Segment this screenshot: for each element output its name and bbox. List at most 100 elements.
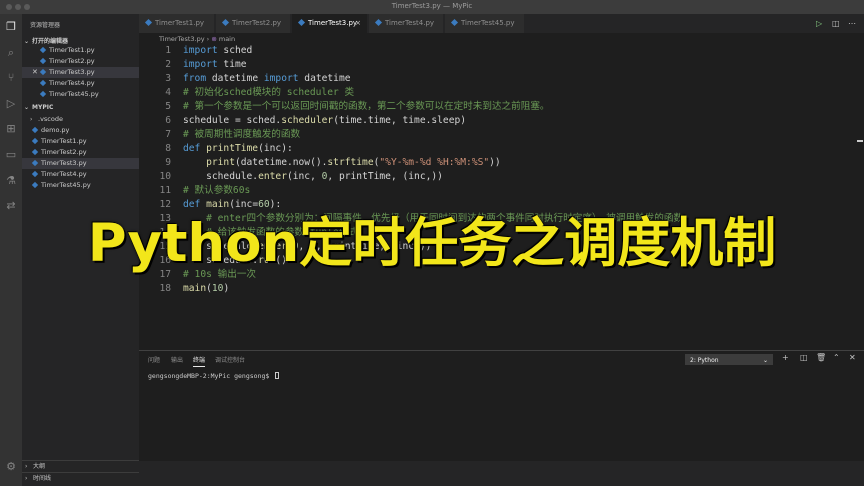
remote-explorer-icon[interactable]: ▭ bbox=[4, 148, 18, 162]
run-debug-icon[interactable]: ▷ bbox=[4, 97, 18, 111]
python-file-icon bbox=[39, 46, 47, 54]
search-icon[interactable]: ⌕ bbox=[4, 46, 18, 60]
tab-timertest45[interactable]: TimerTest45.py bbox=[445, 14, 525, 33]
bottom-panel: 问题 输出 终端 调试控制台 2: Python ⌄ + ◫ 🗑 ⌃ ✕ geng… bbox=[139, 350, 864, 461]
code-line: 16 schedule.run() bbox=[159, 255, 287, 266]
python-file-icon bbox=[31, 170, 39, 178]
kill-terminal-icon[interactable]: 🗑 bbox=[816, 353, 826, 362]
code-line: 7 # 被周期性调度触发的函数 bbox=[165, 129, 301, 140]
run-file-icon[interactable]: ▷ bbox=[816, 14, 822, 33]
open-editor-item[interactable]: TimerTest1.py bbox=[22, 45, 139, 56]
terminal-cursor bbox=[275, 372, 280, 379]
tab-timertest4[interactable]: TimerTest4.py bbox=[369, 14, 444, 33]
chevron-down-icon: ⌄ bbox=[24, 104, 30, 111]
python-file-icon bbox=[31, 181, 39, 189]
code-line: 3 from datetime import datetime bbox=[165, 73, 351, 84]
code-line: 12 def main(inc=60): bbox=[159, 199, 282, 210]
breadcrumb: TimerTest3.py › ⊚ main bbox=[139, 33, 864, 45]
python-file-icon bbox=[31, 159, 39, 167]
window-title: TimerTest3.py — MyPic bbox=[391, 2, 473, 10]
python-file-icon bbox=[144, 18, 153, 27]
code-line: 4 # 初始化sched模块的 scheduler 类 bbox=[165, 87, 355, 98]
breadcrumb-file[interactable]: TimerTest3.py bbox=[159, 35, 205, 43]
terminal-select[interactable]: 2: Python ⌄ bbox=[685, 354, 773, 365]
file-item-active[interactable]: TimerTest3.py bbox=[22, 158, 139, 169]
activity-bar: ❐ ⌕ ⑂ ▷ ⊞ ▭ ⚗ ⇄ ⚙ bbox=[0, 14, 22, 486]
explorer-sidebar: 资源管理器 ⌄ 打开的编辑器 TimerTest1.py TimerTest2.p… bbox=[22, 14, 139, 486]
chevron-down-icon: ⌄ bbox=[24, 38, 30, 45]
code-line: 11 # 默认参数60s bbox=[159, 185, 251, 196]
python-file-icon bbox=[39, 68, 47, 76]
tab-terminal[interactable]: 终端 bbox=[193, 355, 206, 367]
file-item[interactable]: TimerTest4.py bbox=[22, 169, 139, 180]
python-file-icon bbox=[39, 79, 47, 87]
python-file-icon bbox=[450, 18, 459, 27]
scrollbar-marker[interactable] bbox=[857, 140, 863, 142]
status-area bbox=[139, 461, 864, 486]
terminal-prompt[interactable]: gengsongdeMBP-2:MyPic gengsong$ bbox=[148, 372, 280, 380]
tab-debug-console[interactable]: 调试控制台 bbox=[215, 355, 245, 364]
code-line: 8 def printTime(inc): bbox=[165, 143, 293, 154]
source-control-icon[interactable]: ⑂ bbox=[4, 71, 18, 85]
python-file-icon bbox=[39, 57, 47, 65]
code-line: 2 import time bbox=[165, 59, 247, 70]
open-editor-item[interactable]: TimerTest2.py bbox=[22, 56, 139, 67]
split-terminal-icon[interactable]: ◫ bbox=[800, 353, 808, 362]
python-file-icon bbox=[39, 90, 47, 98]
code-line: 1 import sched bbox=[165, 45, 253, 56]
new-terminal-icon[interactable]: + bbox=[782, 353, 789, 362]
code-line: 15 schedule.enter(0, 0, printTime, (inc,… bbox=[159, 241, 432, 252]
tab-timertest2[interactable]: TimerTest2.py bbox=[216, 14, 291, 33]
testing-icon[interactable]: ⚗ bbox=[4, 174, 18, 188]
breadcrumb-separator: › bbox=[206, 35, 210, 43]
outline-section[interactable]: › 大纲 bbox=[22, 460, 139, 472]
live-share-icon[interactable]: ⇄ bbox=[4, 199, 18, 213]
code-line: 17 # 10s 输出一次 bbox=[159, 269, 257, 280]
open-editor-item-active[interactable]: ✕ TimerTest3.py bbox=[22, 67, 139, 78]
function-symbol-icon: ⊚ bbox=[211, 35, 217, 43]
code-line: 14 # 给该触发函数的参数(tuple形式) bbox=[159, 227, 364, 238]
code-line: 13 # enter四个参数分别为：间隔事件、优先级（用于同时间到达的两个事件同… bbox=[159, 213, 689, 224]
maximize-panel-icon[interactable]: ⌃ bbox=[833, 353, 840, 362]
close-tab-icon[interactable]: × bbox=[355, 14, 361, 33]
tab-timertest1[interactable]: TimerTest1.py bbox=[139, 14, 215, 33]
settings-gear-icon[interactable]: ⚙ bbox=[4, 460, 18, 474]
explorer-header: 资源管理器 bbox=[30, 22, 61, 29]
code-line: 18 main(10) bbox=[159, 283, 230, 294]
folder-header[interactable]: ⌄ MYPIC bbox=[24, 104, 53, 111]
more-actions-icon[interactable]: ⋯ bbox=[848, 14, 856, 33]
breadcrumb-symbol[interactable]: main bbox=[219, 35, 235, 43]
file-item[interactable]: demo.py bbox=[22, 125, 139, 136]
tab-problems[interactable]: 问题 bbox=[148, 355, 160, 364]
extensions-icon[interactable]: ⊞ bbox=[4, 122, 18, 136]
python-file-icon bbox=[297, 18, 306, 27]
tab-timertest3[interactable]: TimerTest3.py × bbox=[292, 14, 368, 33]
close-panel-icon[interactable]: ✕ bbox=[849, 353, 856, 362]
folder-item-vscode[interactable]: › .vscode bbox=[22, 114, 139, 125]
code-line: 5 # 第一个参数是一个可以返回时间戳的函数，第二个参数可以在定时未到达之前阻塞。 bbox=[165, 101, 550, 112]
python-file-icon bbox=[374, 18, 383, 27]
code-line: 10 schedule.enter(inc, 0, printTime, (in… bbox=[159, 171, 443, 182]
open-editor-item[interactable]: TimerTest4.py bbox=[22, 78, 139, 89]
python-file-icon bbox=[31, 148, 39, 156]
file-item[interactable]: TimerTest1.py bbox=[22, 136, 139, 147]
open-editors-header[interactable]: ⌄ 打开的编辑器 bbox=[24, 36, 68, 45]
chevron-right-icon: › bbox=[25, 475, 28, 482]
python-file-icon bbox=[221, 18, 230, 27]
explorer-icon[interactable]: ❐ bbox=[4, 20, 18, 34]
chevron-down-icon: ⌄ bbox=[762, 357, 768, 364]
close-icon[interactable]: ✕ bbox=[32, 67, 38, 78]
file-item[interactable]: TimerTest45.py bbox=[22, 180, 139, 191]
open-editor-item[interactable]: TimerTest45.py bbox=[22, 89, 139, 100]
code-editor[interactable]: 1 import sched 2 import time 3 from datetim… bbox=[139, 45, 864, 350]
split-editor-icon[interactable]: ◫ bbox=[832, 14, 840, 33]
file-item[interactable]: TimerTest2.py bbox=[22, 147, 139, 158]
code-line: 9 print(datetime.now().strftime("%Y-%m-%… bbox=[165, 157, 501, 168]
python-file-icon bbox=[31, 137, 39, 145]
window-titlebar: TimerTest3.py — MyPic bbox=[0, 0, 864, 14]
tab-output[interactable]: 输出 bbox=[171, 355, 183, 364]
python-file-icon bbox=[31, 126, 39, 134]
editor-tab-bar: TimerTest1.py TimerTest2.py TimerTest3.p… bbox=[139, 14, 864, 33]
timeline-section[interactable]: › 时间线 bbox=[22, 472, 139, 484]
code-line: 6 schedule = sched.scheduler(time.time, t… bbox=[165, 115, 467, 126]
